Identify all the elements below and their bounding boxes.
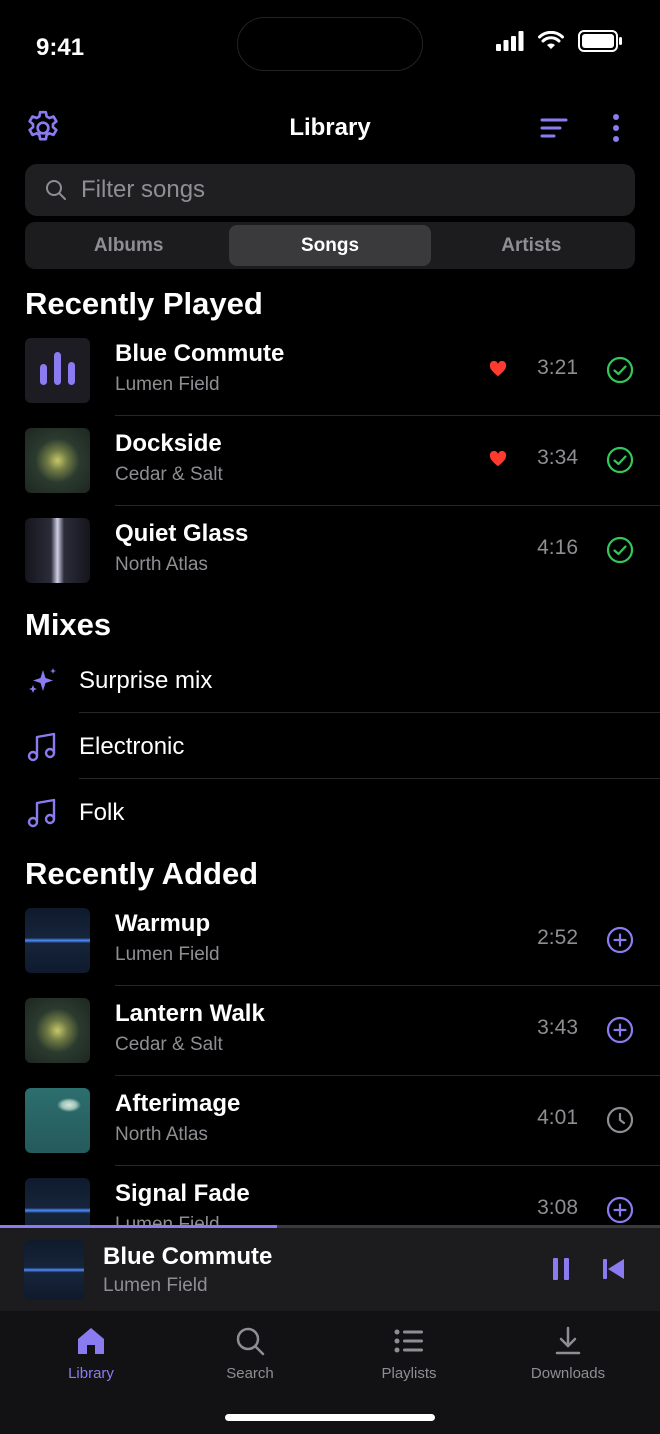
music-note-icon xyxy=(27,732,56,762)
add-circle-icon[interactable] xyxy=(606,1196,634,1224)
equalizer-icon xyxy=(40,352,75,385)
song-row[interactable]: Dockside Cedar & Salt 3:34 xyxy=(0,416,660,506)
clock-icon xyxy=(606,1106,634,1134)
song-artist: Lumen Field xyxy=(115,374,220,395)
music-note-icon xyxy=(27,798,56,828)
song-row[interactable]: Lantern Walk Cedar & Salt 3:43 xyxy=(0,986,660,1076)
mix-label: Electronic xyxy=(79,733,185,760)
downloaded-check-icon xyxy=(606,536,634,564)
song-artist: North Atlas xyxy=(115,554,208,575)
song-duration: 3:08 xyxy=(537,1196,578,1219)
sparkles-icon xyxy=(29,668,56,693)
heart-icon[interactable] xyxy=(489,451,507,467)
tab-label: Playlists xyxy=(381,1365,437,1382)
home-indicator[interactable] xyxy=(225,1414,435,1421)
mix-item-electronic[interactable]: Electronic xyxy=(0,713,660,779)
song-artist: Lumen Field xyxy=(115,1214,220,1225)
song-row[interactable]: Afterimage North Atlas 4:01 xyxy=(0,1076,660,1166)
album-art xyxy=(25,1088,90,1153)
song-duration: 3:21 xyxy=(537,356,578,379)
now-playing-art xyxy=(24,1240,84,1300)
mix-label: Folk xyxy=(79,799,125,826)
heart-icon[interactable] xyxy=(489,361,507,377)
tab-label: Library xyxy=(68,1365,114,1382)
album-art xyxy=(25,1178,90,1225)
song-artist: North Atlas xyxy=(115,1124,208,1145)
tab-library[interactable]: Library xyxy=(21,1325,161,1382)
song-duration: 3:34 xyxy=(537,446,578,469)
tab-label: Search xyxy=(226,1365,274,1382)
album-art xyxy=(25,518,90,583)
album-art xyxy=(25,428,90,493)
song-row[interactable]: Signal Fade Lumen Field 3:08 xyxy=(0,1166,660,1225)
album-art xyxy=(25,908,90,973)
mix-item-surprise[interactable]: Surprise mix xyxy=(0,647,660,713)
downloaded-check-icon xyxy=(606,446,634,474)
tab-search[interactable]: Search xyxy=(180,1325,320,1382)
album-art xyxy=(25,338,90,403)
section-title-recently-played: Recently Played xyxy=(25,286,263,321)
song-title: Afterimage xyxy=(115,1090,241,1117)
song-row[interactable]: Quiet Glass North Atlas 4:16 xyxy=(0,506,660,596)
mix-item-folk[interactable]: Folk xyxy=(0,779,660,845)
add-circle-icon[interactable] xyxy=(606,1016,634,1044)
now-playing-artist: Lumen Field xyxy=(103,1275,208,1296)
skip-back-icon[interactable] xyxy=(597,1253,629,1285)
section-title-recently-added: Recently Added xyxy=(25,856,259,891)
song-title: Blue Commute xyxy=(115,340,285,367)
song-title: Warmup xyxy=(115,910,211,937)
playback-progress-fill xyxy=(0,1225,278,1228)
song-title: Quiet Glass xyxy=(115,520,249,547)
song-duration: 4:16 xyxy=(537,536,578,559)
song-duration: 2:52 xyxy=(537,926,578,949)
song-artist: Lumen Field xyxy=(115,944,220,965)
section-title-mixes: Mixes xyxy=(25,607,112,642)
home-icon xyxy=(78,1328,104,1354)
tab-playlists[interactable]: Playlists xyxy=(339,1325,479,1382)
song-artist: Cedar & Salt xyxy=(115,464,223,485)
download-icon xyxy=(555,1326,581,1355)
downloaded-check-icon xyxy=(606,356,634,384)
song-title: Dockside xyxy=(115,430,222,457)
pause-icon[interactable] xyxy=(545,1253,577,1285)
library-scroll-content: Recently Played Blue Commute Lumen Field… xyxy=(0,0,660,1225)
now-playing-title: Blue Commute xyxy=(103,1243,273,1270)
list-icon xyxy=(394,1329,423,1353)
song-duration: 4:01 xyxy=(537,1106,578,1129)
song-artist: Cedar & Salt xyxy=(115,1034,223,1055)
tab-label: Downloads xyxy=(530,1365,606,1382)
song-title: Lantern Walk xyxy=(115,1000,265,1027)
now-playing-bar[interactable]: Blue Commute Lumen Field xyxy=(0,1225,660,1311)
song-row[interactable]: Warmup Lumen Field 2:52 xyxy=(0,896,660,986)
album-art xyxy=(25,998,90,1063)
song-row[interactable]: Blue Commute Lumen Field 3:21 xyxy=(0,326,660,416)
mix-label: Surprise mix xyxy=(79,667,213,694)
song-duration: 3:43 xyxy=(537,1016,578,1039)
playback-progress-track[interactable] xyxy=(0,1225,660,1228)
search-icon xyxy=(236,1327,265,1356)
song-title: Signal Fade xyxy=(115,1180,250,1207)
add-circle-icon[interactable] xyxy=(606,926,634,954)
tab-downloads[interactable]: Downloads xyxy=(498,1325,638,1382)
